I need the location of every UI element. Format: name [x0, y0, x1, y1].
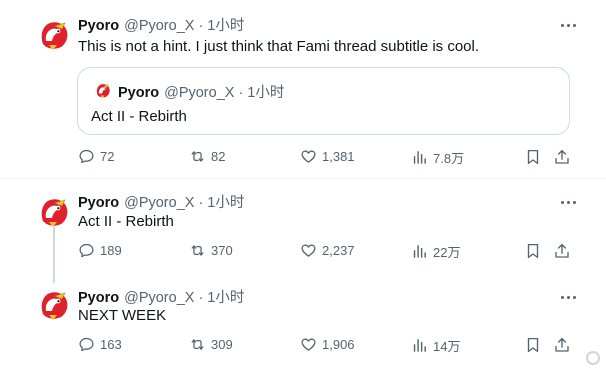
more-icon[interactable] [558, 195, 578, 209]
view-count: 7.8万 [433, 151, 465, 166]
bookmark-button[interactable] [524, 336, 542, 354]
user-handle: @Pyoro_X [164, 85, 235, 101]
separator-dot: · [238, 85, 244, 101]
quote-text: Act II - Rebirth [91, 108, 187, 125]
timestamp[interactable]: 1小时 [207, 14, 244, 35]
tweet[interactable]: Pyoro @Pyoro_X · 1小时 This is not a hint.… [0, 0, 606, 178]
reply-icon [78, 242, 95, 259]
avatar[interactable] [34, 14, 74, 54]
view-count: 14万 [433, 339, 461, 354]
reply-count: 72 [100, 149, 115, 164]
quote-header: Pyoro @Pyoro_X · 1小时 [118, 81, 284, 102]
views-icon [411, 243, 428, 260]
avatar-image [34, 14, 74, 54]
bookmark-icon [524, 336, 542, 354]
tweet-text: This is not a hint. I just think that Fa… [78, 38, 480, 55]
avatar-image [34, 191, 74, 231]
retweet-button[interactable]: 370 [189, 242, 233, 259]
separator-dot: · [198, 195, 204, 211]
heart-icon [300, 148, 317, 165]
retweet-button[interactable]: 82 [189, 148, 225, 165]
bookmark-button[interactable] [524, 148, 542, 166]
retweet-count: 309 [211, 337, 233, 352]
like-button[interactable]: 2,237 [300, 242, 355, 259]
reply-button[interactable]: 189 [78, 242, 122, 259]
tweet-header: Pyoro @Pyoro_X · 1小时 [78, 286, 244, 307]
bookmark-button[interactable] [524, 242, 542, 260]
like-count: 1,906 [322, 337, 355, 352]
tweet-header: Pyoro @Pyoro_X · 1小时 [78, 14, 244, 35]
watermark [586, 351, 600, 365]
share-button[interactable] [553, 336, 571, 354]
display-name[interactable]: Pyoro [78, 290, 119, 306]
reply-button[interactable]: 163 [78, 336, 122, 353]
user-handle[interactable]: @Pyoro_X [124, 18, 194, 34]
like-count: 2,237 [322, 243, 355, 258]
user-handle[interactable]: @Pyoro_X [124, 290, 194, 306]
bookmark-icon [524, 148, 542, 166]
timestamp[interactable]: 1小时 [207, 191, 244, 212]
watermark-logo-icon [586, 351, 600, 365]
views-button[interactable]: 7.8万 [411, 148, 464, 167]
share-button[interactable] [553, 242, 571, 260]
timestamp[interactable]: 1小时 [207, 286, 244, 307]
retweet-count: 82 [211, 149, 226, 164]
timestamp: 1小时 [247, 85, 285, 101]
share-button[interactable] [553, 148, 571, 166]
retweet-icon [189, 242, 206, 259]
reply-button[interactable]: 72 [78, 148, 114, 165]
more-icon[interactable] [558, 18, 578, 32]
views-icon [411, 149, 428, 166]
heart-icon [300, 336, 317, 353]
share-icon [553, 336, 571, 354]
reply-icon [78, 336, 95, 353]
more-icon[interactable] [558, 290, 578, 304]
views-button[interactable]: 22万 [411, 242, 460, 261]
tweet-text: Act II - Rebirth [78, 213, 174, 230]
display-name: Pyoro [118, 85, 160, 101]
display-name[interactable]: Pyoro [78, 195, 119, 211]
retweet-count: 370 [211, 243, 233, 258]
separator-dot: · [198, 18, 204, 34]
retweet-icon [189, 148, 206, 165]
like-button[interactable]: 1,381 [300, 148, 355, 165]
avatar-image [93, 80, 113, 100]
heart-icon [300, 242, 317, 259]
share-icon [553, 148, 571, 166]
tweet-header: Pyoro @Pyoro_X · 1小时 [78, 191, 244, 212]
tweet[interactable]: Pyoro @Pyoro_X · 1小时 NEXT WEEK 163 309 1… [0, 272, 606, 373]
avatar[interactable] [34, 284, 74, 324]
like-count: 1,381 [322, 149, 355, 164]
views-button[interactable]: 14万 [411, 336, 460, 355]
reply-count: 189 [100, 243, 122, 258]
quoted-tweet[interactable]: Pyoro @Pyoro_X · 1小时 Act II - Rebirth [77, 67, 570, 135]
avatar-image [34, 284, 74, 324]
separator-dot: · [198, 290, 204, 306]
reply-icon [78, 148, 95, 165]
retweet-icon [189, 336, 206, 353]
share-icon [553, 242, 571, 260]
like-button[interactable]: 1,906 [300, 336, 355, 353]
tweet-actions: 72 82 1,381 7.8万 [78, 148, 578, 168]
reply-count: 163 [100, 337, 122, 352]
tweet-actions: 189 370 2,237 22万 [78, 242, 578, 262]
tweet-text: NEXT WEEK [78, 307, 167, 324]
avatar[interactable] [34, 191, 74, 231]
tweet[interactable]: Pyoro @Pyoro_X · 1小时 Act II - Rebirth 18… [0, 179, 606, 272]
bookmark-icon [524, 242, 542, 260]
display-name[interactable]: Pyoro [78, 18, 119, 34]
avatar [93, 80, 113, 100]
views-icon [411, 337, 428, 354]
user-handle[interactable]: @Pyoro_X [124, 195, 194, 211]
retweet-button[interactable]: 309 [189, 336, 233, 353]
view-count: 22万 [433, 245, 461, 260]
tweet-actions: 163 309 1,906 14万 [78, 336, 578, 356]
